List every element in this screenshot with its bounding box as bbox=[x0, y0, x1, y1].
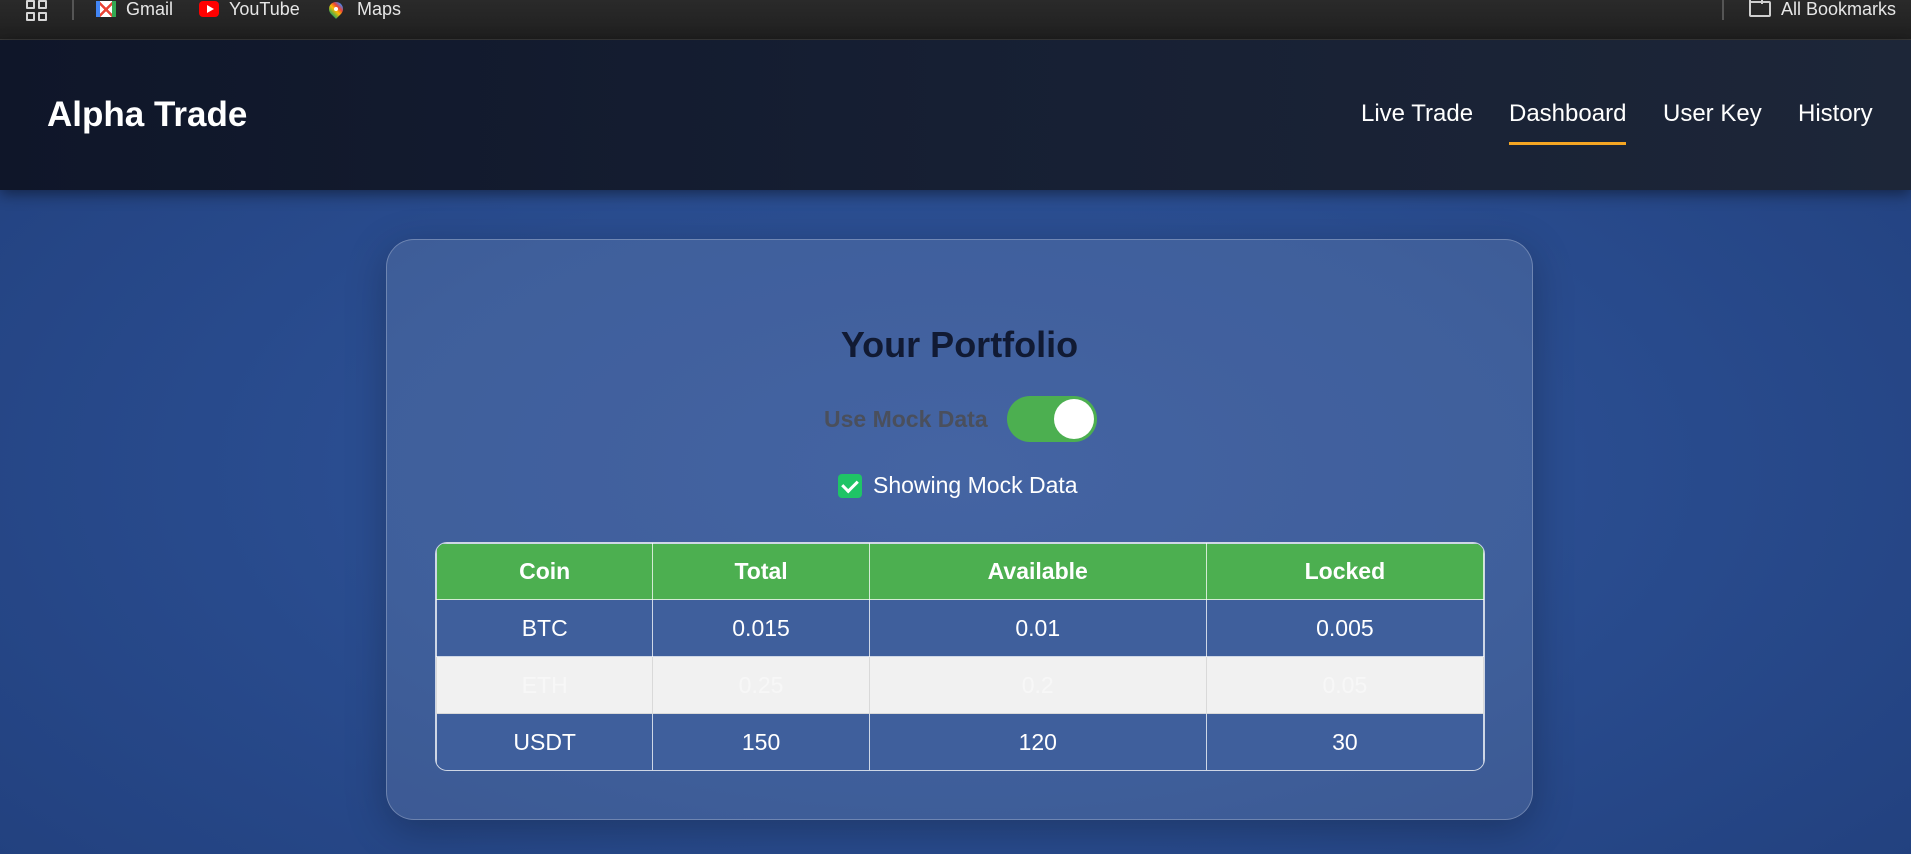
table-cell: 30 bbox=[1205, 713, 1484, 770]
table-row: USDT 150 120 30 bbox=[436, 713, 1484, 770]
table-row: BTC 0.015 0.01 0.005 bbox=[436, 599, 1484, 657]
table-cell: 0.015 bbox=[652, 599, 870, 657]
portfolio-table: Coin Total Available Locked BTC 0.015 0.… bbox=[435, 542, 1485, 771]
bookmark-label: YouTube bbox=[229, 0, 300, 19]
toggle-label: Use Mock Data bbox=[824, 406, 988, 432]
bookmark-youtube[interactable]: YouTube bbox=[199, 0, 300, 22]
table-cell: 0.2 bbox=[868, 656, 1207, 714]
table-cell: ETH bbox=[436, 656, 654, 714]
mock-data-toggle-row: Use Mock Data bbox=[387, 396, 1532, 442]
toggle-knob bbox=[1054, 399, 1094, 439]
table-header-row: Coin Total Available Locked bbox=[436, 543, 1484, 600]
all-bookmarks-label: All Bookmarks bbox=[1781, 0, 1897, 19]
brand-logo-text[interactable]: Alpha Trade bbox=[47, 95, 247, 135]
portfolio-card: Your Portfolio Use Mock Data Showing Moc… bbox=[386, 239, 1533, 820]
table-cell: BTC bbox=[436, 599, 654, 657]
mock-data-checkbox[interactable] bbox=[838, 474, 862, 498]
table-cell: 0.005 bbox=[1205, 599, 1484, 657]
nav-history[interactable]: History bbox=[1798, 100, 1873, 128]
column-header-available: Available bbox=[868, 543, 1207, 600]
youtube-icon bbox=[199, 1, 219, 17]
nav-user-key[interactable]: User Key bbox=[1663, 100, 1762, 128]
bookmark-label: Gmail bbox=[126, 0, 174, 19]
bookmarks-bar: Gmail YouTube Maps All Bookmarks bbox=[0, 0, 1911, 40]
column-header-locked: Locked bbox=[1205, 543, 1484, 600]
app-header: Alpha Trade Live Trade Dashboard User Ke… bbox=[0, 40, 1911, 190]
mock-status-label: Showing Mock Data bbox=[873, 472, 1078, 498]
column-header-coin: Coin bbox=[436, 543, 654, 600]
page-title: Your Portfolio bbox=[840, 324, 1079, 365]
folder-icon bbox=[1749, 0, 1771, 17]
bookmarks-divider bbox=[1722, 0, 1724, 20]
bookmark-gmail[interactable]: Gmail bbox=[96, 0, 173, 22]
table-cell: 150 bbox=[652, 713, 870, 770]
bookmark-maps[interactable]: Maps bbox=[327, 0, 401, 22]
maps-icon bbox=[327, 1, 347, 17]
table-cell: 0.01 bbox=[868, 599, 1207, 657]
table-cell: 120 bbox=[868, 713, 1207, 770]
table-row: ETH 0.25 0.2 0.05 bbox=[436, 656, 1484, 714]
table-cell: 0.25 bbox=[652, 656, 870, 714]
all-bookmarks-button[interactable]: All Bookmarks bbox=[1749, 0, 1896, 22]
mock-data-toggle[interactable] bbox=[1007, 396, 1097, 442]
apps-grid-icon[interactable] bbox=[26, 0, 50, 22]
bookmark-label: Maps bbox=[357, 0, 402, 19]
nav-dashboard[interactable]: Dashboard bbox=[1509, 100, 1627, 145]
table-cell: 0.05 bbox=[1205, 656, 1484, 714]
table-cell: USDT bbox=[436, 713, 654, 770]
nav-live-trade[interactable]: Live Trade bbox=[1361, 100, 1473, 128]
bookmarks-divider bbox=[72, 0, 74, 20]
column-header-total: Total bbox=[652, 543, 870, 600]
gmail-icon bbox=[96, 1, 116, 17]
